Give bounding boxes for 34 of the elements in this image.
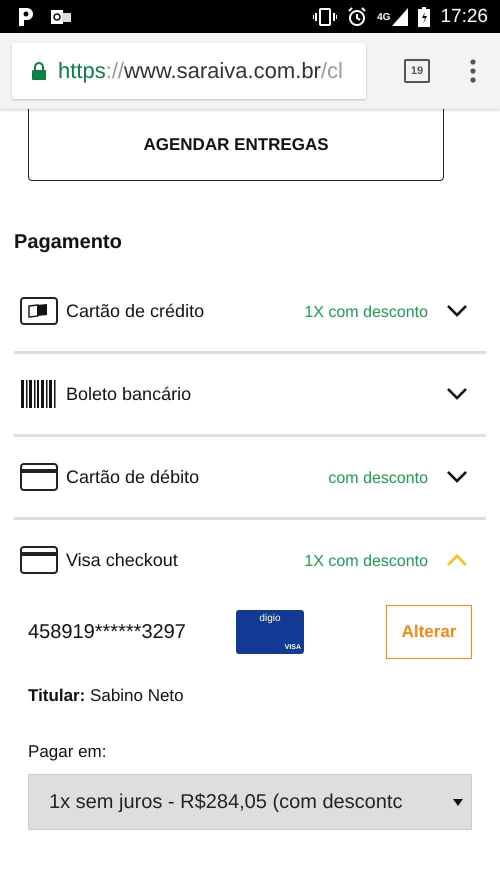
discount-label: com desconto [328,470,428,488]
dropdown-icon [453,798,463,806]
address-bar[interactable]: https://www.saraiva.com.br/cl [12,43,366,99]
payment-method-label[interactable]: Cartão de débito [66,466,328,488]
chevron-down-icon[interactable] [446,304,468,318]
installments-label: Pagar em: [28,742,108,762]
alarm-icon [347,6,368,26]
menu-icon[interactable] [470,59,476,83]
card-number: 458919******3297 [28,620,187,644]
network-type: 4G [377,12,390,22]
url-text: https://www.saraiva.com.br/cl [58,58,343,84]
battery-icon [418,6,430,26]
payment-method-label[interactable]: Cartão de crédito [66,300,304,322]
schedule-delivery-button[interactable]: AGENDAR ENTREGAS [28,109,444,181]
discount-label: 1X com desconto [304,553,428,571]
payment-method-label[interactable]: Boleto bancário [66,384,446,404]
mail-app-icon [50,8,72,26]
installments-select[interactable]: 1x sem juros - R$284,05 (com descontc [28,774,472,830]
card-holder: Titular: Sabino Neto [28,686,185,706]
chevron-down-icon[interactable] [446,470,468,484]
payment-method-label[interactable]: Visa checkout [66,550,304,570]
card-icon [20,297,58,325]
chevron-down-icon[interactable] [446,387,468,401]
discount-label: 1X com desconto [304,304,428,322]
vibrate-icon [313,8,338,26]
signal-icon [392,8,408,26]
section-title: Pagamento [14,231,123,255]
lock-icon [32,62,46,80]
card-icon [20,546,58,574]
card-icon [20,463,58,491]
barcode-icon [20,380,58,408]
clock-time: 17:26 [440,6,488,28]
parking-app-icon [16,6,36,28]
tab-count-button[interactable]: 19 [404,59,430,83]
